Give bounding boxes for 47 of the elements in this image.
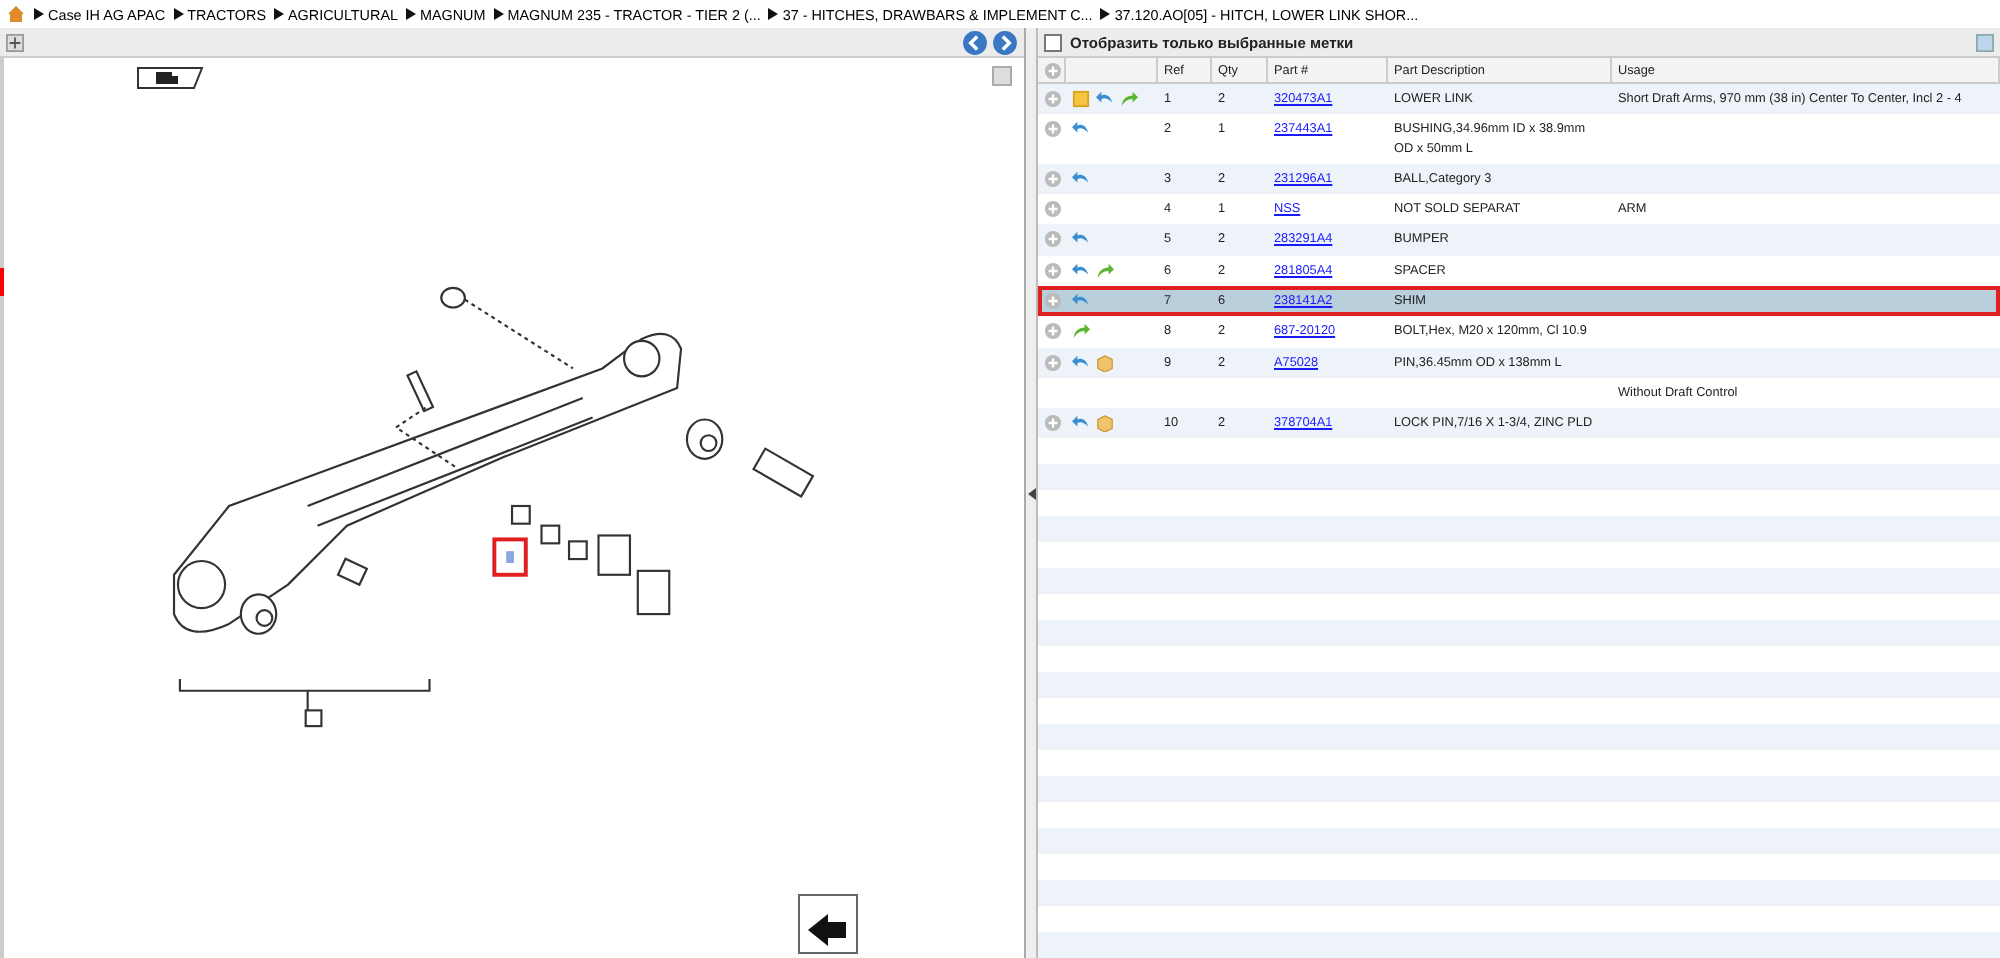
curved-arrow-icon[interactable] <box>1072 169 1090 188</box>
add-icon[interactable] <box>1044 353 1062 372</box>
ball-drawing <box>685 418 724 460</box>
shim-drawing <box>510 504 531 525</box>
shim-drawing <box>540 524 561 545</box>
triangle-icon <box>34 8 44 20</box>
forward-arrow-icon[interactable] <box>1072 322 1090 341</box>
triangle-icon <box>1100 8 1111 20</box>
add-icon[interactable] <box>1044 291 1062 310</box>
curved-arrow-icon[interactable] <box>1072 353 1090 372</box>
expand-icon[interactable] <box>6 33 24 51</box>
package-icon[interactable] <box>1096 414 1114 433</box>
spacer-drawing <box>597 534 632 576</box>
package-icon[interactable] <box>1096 353 1114 372</box>
ball-drawing <box>239 593 278 635</box>
exit-icon[interactable] <box>798 894 858 954</box>
highlight-marker <box>492 537 528 577</box>
add-icon[interactable] <box>1044 200 1062 219</box>
marker-bar <box>0 268 4 296</box>
forward-button[interactable] <box>992 29 1018 55</box>
triangle-icon <box>173 8 184 20</box>
bushing-drawing <box>336 557 369 587</box>
shim-drawing <box>567 540 588 561</box>
back-button[interactable] <box>962 29 988 55</box>
lock-pin-drawing <box>440 286 466 309</box>
add-all-icon[interactable] <box>1044 61 1062 79</box>
triangle-icon <box>768 8 779 20</box>
forward-arrow-icon[interactable] <box>1120 90 1138 108</box>
add-icon[interactable] <box>1044 230 1062 249</box>
note-icon[interactable] <box>1072 90 1090 108</box>
leader-line <box>394 406 456 468</box>
add-icon[interactable] <box>1044 322 1062 341</box>
add-icon[interactable] <box>1044 414 1062 433</box>
add-icon[interactable] <box>1044 90 1062 108</box>
tractor-icon[interactable] <box>136 66 204 90</box>
triangle-icon <box>493 8 504 20</box>
home-icon[interactable] <box>6 4 26 24</box>
bumper-drawing <box>636 569 671 616</box>
square-icon[interactable] <box>992 66 1012 86</box>
triangle-icon <box>274 8 284 20</box>
forward-arrow-icon[interactable] <box>1096 261 1114 280</box>
leader-line <box>464 298 574 370</box>
add-icon[interactable] <box>1044 120 1062 139</box>
add-icon[interactable] <box>1044 261 1062 280</box>
columns-icon[interactable] <box>1976 33 1994 51</box>
triangle-icon <box>405 8 416 20</box>
add-icon[interactable] <box>1044 169 1062 188</box>
